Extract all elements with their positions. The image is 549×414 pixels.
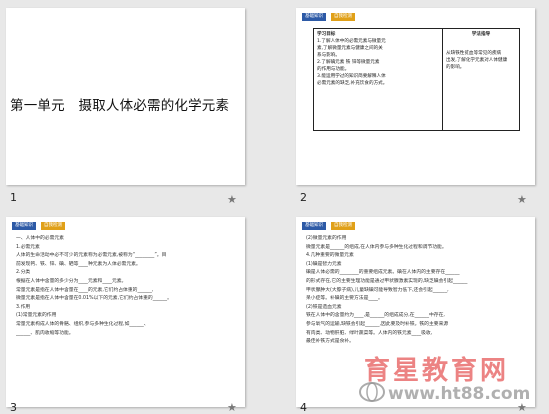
text-line: 常量元素是指在人体中含量在____的元素,它们约占体重的______, [16,287,154,293]
text-line: 的形式存在,它的主要生理功能是通过甲状腺激素实现的,缺乏碘会引起______ [306,278,468,284]
text-line: 4.几种重要的微量元素 [306,253,354,259]
objective-line: 素,了解微量元素与健康之间的关 [317,46,383,51]
objectives-table: 学习目标 1.了解人体中的必需元素与微量元 素,了解微量元素与健康之间的关 系与… [313,28,520,131]
tag-basic: 基础知识 [12,222,36,230]
objective-line: 3.能运用学过的知识简要解释人体 [317,74,386,79]
slide-tags: 基础知识 自我检测 [12,222,65,230]
text-line: 最佳补铁方式是食补。 [306,339,354,345]
objective-line: 的作用与功能。 [317,67,350,72]
text-line: 常量元素构成人体的骨骼、组织,参与多种生化过程,如______、 [16,321,149,327]
text-line: ______、肌肉收缩等功能。 [16,330,74,336]
slide-tags: 基础知识 自我检测 [302,13,355,21]
tag-check: 自我检测 [331,222,355,230]
text-line: 呆小症等。补碘的主要方法是____。 [306,296,383,302]
text-line: 1.必需元素 [16,244,40,250]
tag-basic: 基础知识 [302,13,326,21]
slide-number: 1 [10,191,17,204]
slide-thumbnail-4[interactable]: 基础知识 自我检测 (2)微量元素的作用 微量元素是______的组成,在人体内… [296,217,535,407]
text-line: 一、人体中的必需元素 [16,236,64,241]
text-line: 2.分类 [16,270,31,276]
objectives-head: 学习目标 [317,32,336,37]
text-line: 人体的生命活动中必不可少的元素称为必需元素,被称为“________”。目 [16,253,167,259]
text-line: 铁在人体中的含量约为____,是______的组成成分,在______中存在, [306,313,445,319]
tag-basic: 基础知识 [302,222,326,230]
text-line: 参与氧气的运输,缺铁会引起______,因此要及时补铁。铁的主要来源 [306,321,449,327]
guidance-head: 学法指导 [471,32,491,37]
text-line: 有肉类、动物肝脏、绿叶蔬菜等。人体内的铁元素____吸收, [306,330,433,336]
text-line: (1)常量元素的作用 [16,313,57,319]
slide-number: 3 [10,401,17,414]
guidance-column: 学法指导 从缺铁性贫血等常见的疾病 出发,了解化学元素对人体健康 的影响。 [443,29,519,130]
objectives-column: 学习目标 1.了解人体中的必需元素与微量元 素,了解微量元素与健康之间的关 系与… [314,29,443,130]
star-icon: ★ [227,401,237,414]
slide-tags: 基础知识 自我检测 [302,222,355,230]
slide-number: 4 [300,401,307,414]
star-icon: ★ [517,193,527,206]
slide-thumbnail-3[interactable]: 基础知识 自我检测 一、人体中的必需元素 1.必需元素 人体的生命活动中必不可少… [6,217,245,407]
text-line: 微量元素是______的组成,在人体内参与多种生化过程和调节功能。 [306,244,447,250]
objective-line: 系与影响。 [317,53,340,58]
tag-check: 自我检测 [41,222,65,230]
text-line: (2)微量元素的作用 [306,236,347,241]
guidance-line: 的影响。 [446,65,465,70]
text-line: 根据在人体中含量的多少分为____元素和____元素。 [16,278,127,284]
slide-body: 一、人体中的必需元素 1.必需元素 人体的生命活动中必不可少的元素称为必需元素,… [16,235,238,338]
objective-line: 1.了解人体中的必需元素与微量元 [317,39,386,44]
slide-title: 第一单元 摄取人体必需的化学元素 [10,98,230,114]
star-icon: ★ [517,401,527,414]
text-line: 3.作用 [16,304,31,310]
text-line: 甲状腺肿大(大脖子病),儿童缺碘可能导致智力低下,还会引起______, [306,287,449,293]
text-line: (1)碘是智力元素 [306,261,342,267]
guidance-line: 从缺铁性贫血等常见的疾病 [446,51,502,56]
objective-line: 2.了解碘元素 铁 锌等微量元素 [317,60,380,65]
tag-check: 自我检测 [331,13,355,21]
guidance-line: 出发,了解化学元素对人体健康 [446,58,508,63]
slide-thumbnail-2[interactable]: 基础知识 自我检测 学习目标 1.了解人体中的必需元素与微量元 素,了解微量元素… [296,8,535,185]
text-line: 微量元素是指在人体中含量在0.01%以下的元素,它们约占体重的______。 [16,296,172,302]
star-icon: ★ [227,193,237,206]
slide-body: (2)微量元素的作用 微量元素是______的组成,在人体内参与多种生化过程和调… [306,235,528,347]
objective-line: 必需元素的缺乏,补充饮食的方式。 [317,81,388,86]
text-line: (2)铁是造血元素 [306,304,342,310]
text-line: 前发现钙、铁、锌、碘、硒等____种元素为人体必需元素。 [16,261,141,267]
slide-number: 2 [300,191,307,204]
slide-thumbnail-1[interactable]: 第一单元 摄取人体必需的化学元素 [6,8,245,185]
text-line: 碘是人体必需的________的重要组成元素。碘在人体内的主要存在______ [306,270,460,276]
